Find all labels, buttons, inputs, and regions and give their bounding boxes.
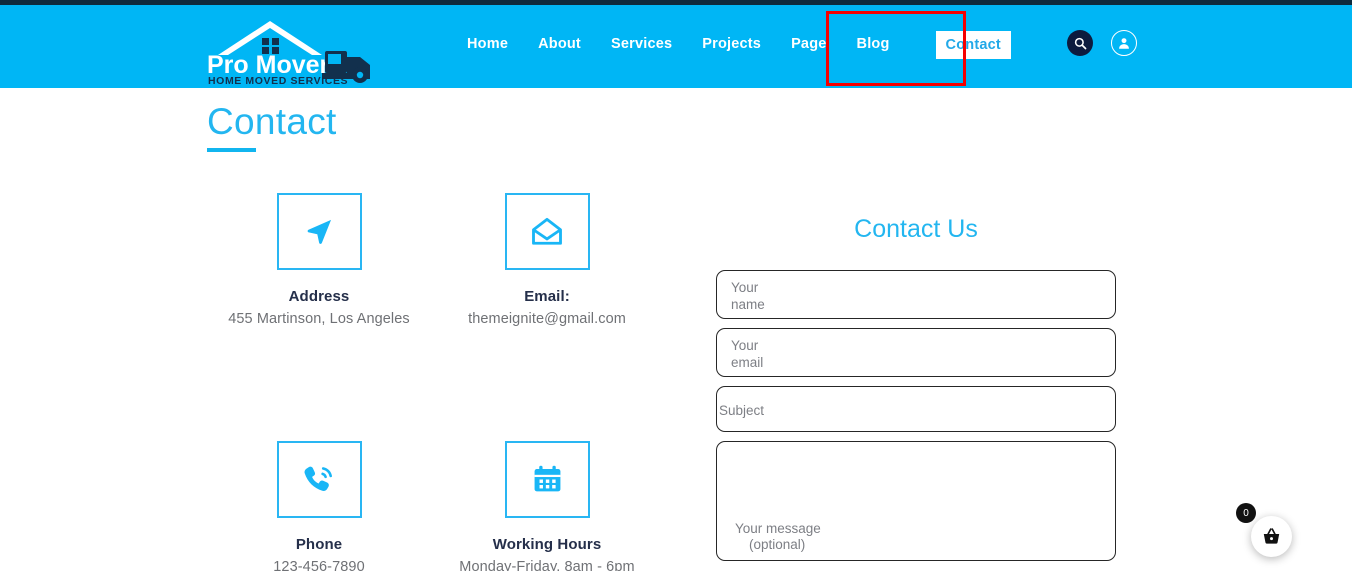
email-label: Email: [524, 288, 570, 305]
navigation-arrow-icon [307, 219, 332, 244]
phone-label: Phone [295, 536, 343, 553]
search-icon [1074, 37, 1086, 49]
address-icon-box [276, 193, 362, 270]
contact-info-row-1: Address 455 Martinson, Los Angeles Email… [205, 193, 665, 327]
working-hours-value: Monday-Friday, 8am - 6pm [459, 559, 635, 571]
email-value: themeignite@gmail.com [468, 311, 626, 327]
message-placeholder-line1: Your message [735, 521, 821, 536]
contact-info-address: Address 455 Martinson, Los Angeles [205, 193, 433, 327]
nav-item-contact[interactable]: Contact [935, 31, 1011, 59]
contact-info-grid: Address 455 Martinson, Los Angeles Email… [205, 193, 665, 571]
address-label: Address [288, 288, 350, 305]
subject-placeholder: Subject [719, 403, 765, 418]
cart-count-badge: 0 [1236, 503, 1256, 523]
calendar-icon [534, 465, 560, 492]
page-title-underline [207, 148, 256, 152]
name-placeholder-line1: Your [731, 280, 759, 295]
site-logo[interactable]: Pro Movers HOME MOVED SERVICES [200, 15, 380, 85]
working-hours-icon-box [504, 441, 590, 518]
address-value: 455 Martinson, Los Angeles [228, 311, 410, 327]
email-placeholder-line1: Your [731, 338, 759, 353]
cart-floating-button[interactable] [1251, 516, 1292, 557]
ringing-phone-icon [304, 466, 332, 491]
nav-item-about[interactable]: About [523, 31, 596, 57]
page-title: Contact [207, 101, 337, 142]
subject-field[interactable]: Subject [716, 386, 1116, 432]
nav-item-home[interactable]: Home [452, 31, 523, 57]
contact-info-hours: Working Hours Monday-Friday, 8am - 6pm [433, 441, 661, 571]
nav-item-projects[interactable]: Projects [687, 31, 776, 57]
info-row-spacer [205, 327, 665, 441]
site-header: Pro Movers HOME MOVED SERVICES Home Abou… [0, 5, 1352, 88]
main-navigation: Home About Services Projects Page Blog C… [452, 31, 1011, 59]
name-field[interactable]: Your name [716, 270, 1116, 319]
search-button[interactable] [1067, 30, 1093, 56]
phone-value: 123-456-7890 [273, 559, 365, 571]
email-icon-box [504, 193, 590, 270]
phone-icon-box [276, 441, 362, 518]
email-placeholder-line2: email [731, 355, 764, 370]
shopping-basket-icon [1263, 528, 1280, 544]
nav-item-blog[interactable]: Blog [842, 31, 905, 57]
nav-item-page[interactable]: Page [776, 31, 841, 57]
contact-info-phone: Phone 123-456-7890 [205, 441, 433, 571]
message-field[interactable]: Your message (optional) [716, 441, 1116, 561]
message-placeholder-line2: (optional) [749, 537, 806, 552]
user-account-icon [1119, 38, 1129, 49]
nav-item-services[interactable]: Services [596, 31, 687, 57]
contact-info-row-2: Phone 123-456-7890 Working Hours Monday-… [205, 441, 665, 571]
name-placeholder-line2: name [731, 297, 765, 312]
contact-form: Your name Your email Subject Your messag… [716, 270, 1116, 570]
open-envelope-icon [532, 217, 562, 245]
contact-form-title: Contact Us [854, 215, 978, 243]
account-button[interactable] [1111, 30, 1137, 56]
contact-info-email: Email: themeignite@gmail.com [433, 193, 661, 327]
email-field[interactable]: Your email [716, 328, 1116, 377]
header-actions [1067, 30, 1137, 56]
logo-graphic: Pro Movers HOME MOVED SERVICES [207, 21, 370, 85]
working-hours-label: Working Hours [492, 536, 602, 553]
